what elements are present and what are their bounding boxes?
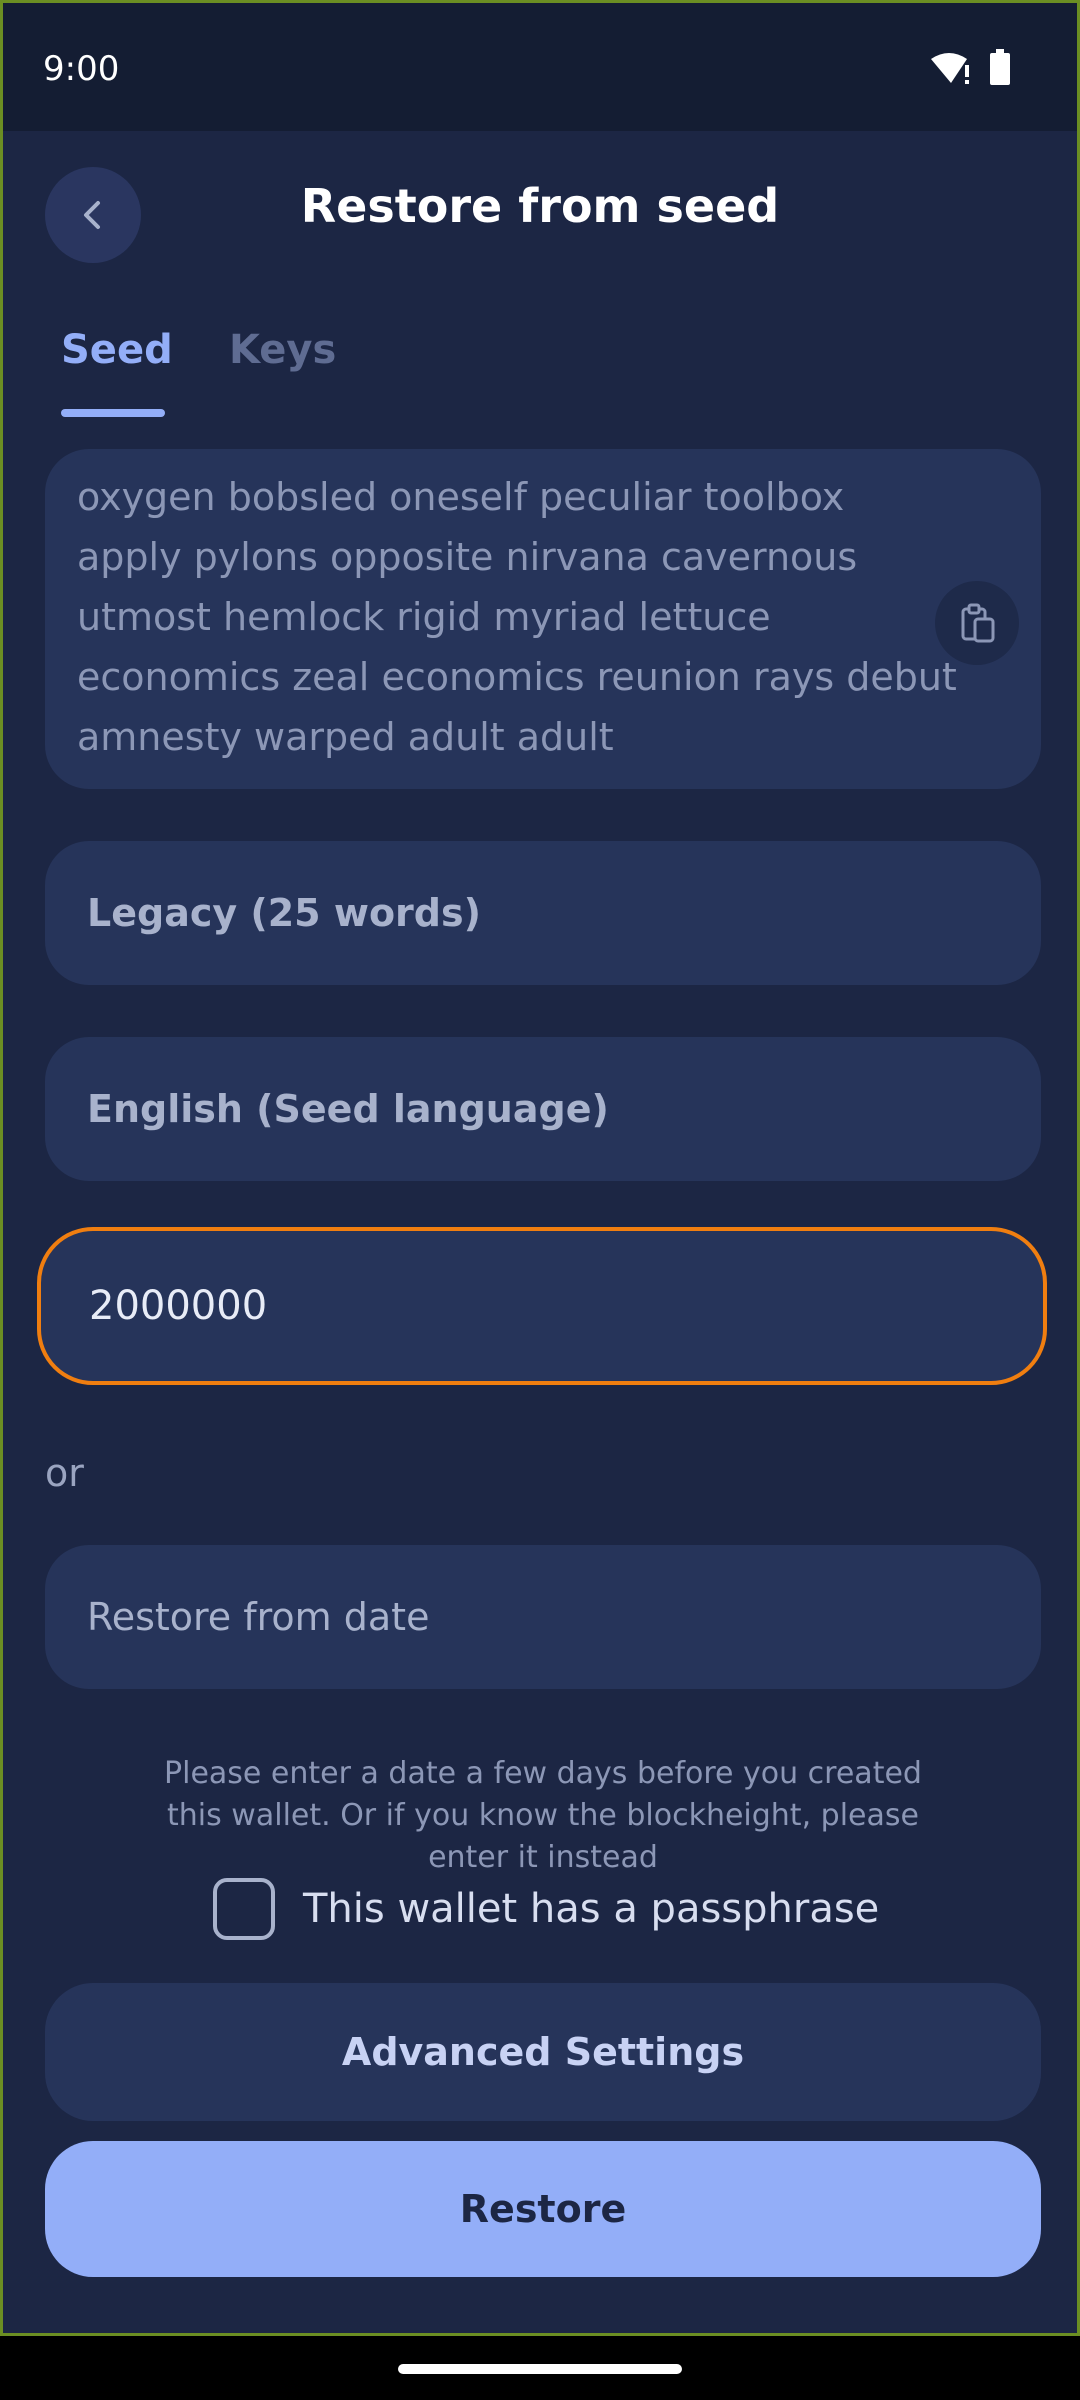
block-height-value: 2000000: [89, 1283, 268, 1329]
paste-button[interactable]: [935, 581, 1019, 665]
seed-type-dropdown[interactable]: Legacy (25 words): [45, 841, 1041, 985]
wifi-alert-icon: [931, 53, 969, 84]
or-label: or: [45, 1451, 84, 1495]
tab-indicator: [61, 409, 165, 417]
seed-language-dropdown[interactable]: English (Seed language): [45, 1037, 1041, 1181]
block-height-input[interactable]: 2000000: [37, 1227, 1047, 1385]
advanced-settings-button[interactable]: Advanced Settings: [45, 1983, 1041, 2121]
seed-type-value: Legacy (25 words): [87, 891, 481, 935]
tab-seed[interactable]: Seed: [61, 327, 173, 373]
restore-date-placeholder: Restore from date: [87, 1595, 430, 1639]
passphrase-checkbox[interactable]: [213, 1878, 275, 1940]
clipboard-icon: [961, 603, 995, 643]
status-bar: 9:00: [3, 3, 1077, 131]
seed-phrase-text: oxygen bobsled oneself peculiar toolbox …: [77, 475, 957, 759]
tab-keys[interactable]: Keys: [229, 327, 336, 373]
status-time: 9:00: [43, 49, 120, 89]
restore-button[interactable]: Restore: [45, 2141, 1041, 2277]
navigation-handle[interactable]: [398, 2364, 682, 2374]
restore-date-input[interactable]: Restore from date: [45, 1545, 1041, 1689]
screen: 9:00 Restore from seed Seed Keys oxygen …: [0, 0, 1080, 2336]
battery-full-icon: [990, 49, 1010, 85]
helper-text: Please enter a date a few days before yo…: [164, 1756, 922, 1875]
page-title: Restore from seed: [300, 179, 780, 233]
seed-input[interactable]: oxygen bobsled oneself peculiar toolbox …: [45, 449, 1041, 789]
passphrase-label: This wallet has a passphrase: [303, 1886, 880, 1932]
passphrase-row[interactable]: This wallet has a passphrase: [213, 1877, 879, 1941]
seed-language-value: English (Seed language): [87, 1087, 609, 1131]
